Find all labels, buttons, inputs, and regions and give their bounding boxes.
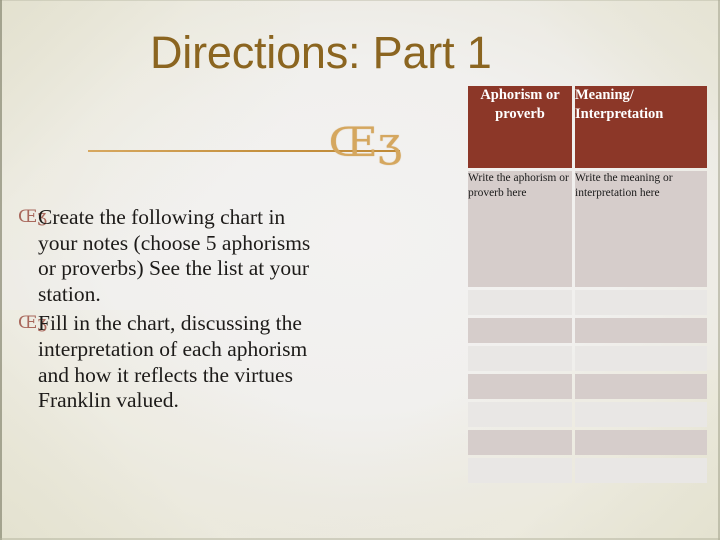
- table-row: [468, 458, 707, 483]
- bullet-list: Œʒ Create the following chart in your no…: [16, 205, 316, 418]
- flourish-bullet-icon: Œʒ: [18, 207, 47, 227]
- slide-frame-left: [0, 0, 2, 540]
- cell-aphorism[interactable]: [468, 374, 572, 399]
- table-row: [468, 290, 707, 315]
- table-row: [468, 430, 707, 455]
- list-item: Œʒ Create the following chart in your no…: [16, 205, 316, 307]
- flourish-bullet-icon: Œʒ: [18, 313, 47, 334]
- cell-meaning[interactable]: [575, 430, 707, 455]
- table-row: [468, 402, 707, 427]
- cell-meaning[interactable]: [575, 458, 707, 483]
- aphorism-chart-table: Aphorism or proverb Meaning/ Interpretat…: [468, 86, 707, 483]
- bullet-text: Fill in the chart, discussing the interp…: [38, 311, 308, 413]
- table-header-row: Aphorism or proverb Meaning/ Interpretat…: [468, 86, 707, 168]
- cell-aphorism[interactable]: [468, 430, 572, 455]
- flourish-ornament-icon: Œʒ: [328, 120, 402, 166]
- cell-meaning[interactable]: [575, 290, 707, 315]
- cell-aphorism[interactable]: [468, 458, 572, 483]
- slide-frame-top: [0, 0, 720, 1]
- list-item: Œʒ Fill in the chart, discussing the int…: [16, 311, 316, 413]
- table-row: [468, 318, 707, 343]
- table-row: [468, 346, 707, 371]
- cell-aphorism[interactable]: [468, 346, 572, 371]
- cell-aphorism[interactable]: [468, 318, 572, 343]
- slide: Directions: Part 1 Œʒ Œʒ Create the foll…: [0, 0, 720, 540]
- cell-meaning[interactable]: [575, 318, 707, 343]
- cell-aphorism[interactable]: [468, 402, 572, 427]
- cell-meaning[interactable]: Write the meaning or interpretation here: [575, 171, 707, 287]
- table-row: [468, 374, 707, 399]
- cell-aphorism[interactable]: Write the aphorism or proverb here: [468, 171, 572, 287]
- table-row: Write the aphorism or proverb here Write…: [468, 171, 707, 287]
- bullet-text: Create the following chart in your notes…: [38, 205, 311, 306]
- cell-aphorism[interactable]: [468, 290, 572, 315]
- cell-meaning[interactable]: [575, 374, 707, 399]
- cell-meaning[interactable]: [575, 346, 707, 371]
- column-header-meaning: Meaning/ Interpretation: [575, 86, 707, 168]
- title-divider: Œʒ: [88, 123, 402, 163]
- slide-title: Directions: Part 1: [150, 27, 492, 78]
- column-header-aphorism: Aphorism or proverb: [468, 86, 572, 168]
- cell-meaning[interactable]: [575, 402, 707, 427]
